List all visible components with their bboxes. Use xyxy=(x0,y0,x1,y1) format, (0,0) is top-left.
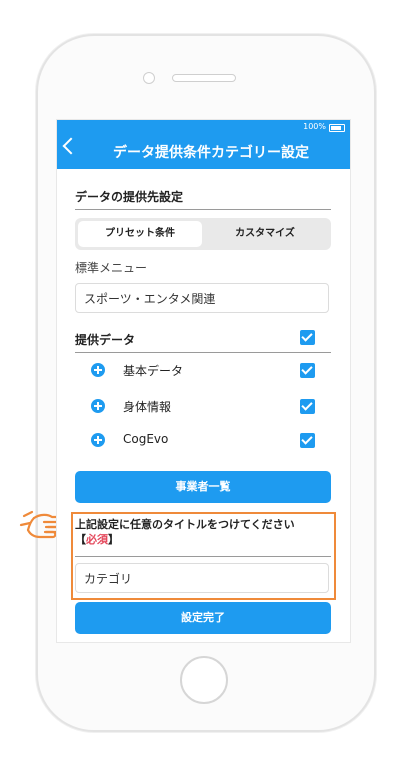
app-header: 100% データ提供条件カテゴリー設定 xyxy=(57,120,350,169)
title-input[interactable]: カテゴリ xyxy=(75,563,329,593)
required-bracket-close: 】 xyxy=(108,533,119,546)
required-bracket-open: 【 xyxy=(75,533,86,546)
data-item-label: CogEvo xyxy=(123,432,169,446)
data-item-checkbox[interactable] xyxy=(300,399,315,414)
section-title: データの提供先設定 xyxy=(75,190,184,204)
data-item-label: 基本データ xyxy=(123,364,184,378)
data-item-checkbox[interactable] xyxy=(300,433,315,448)
complete-button[interactable]: 設定完了 xyxy=(75,602,331,634)
home-button[interactable] xyxy=(180,656,228,704)
divider xyxy=(75,352,331,353)
expand-plus-icon[interactable] xyxy=(91,399,105,413)
required-badge: 必須 xyxy=(86,533,108,546)
data-item-checkbox[interactable] xyxy=(300,363,315,378)
divider xyxy=(75,556,331,557)
data-item-label: 身体情報 xyxy=(123,400,172,414)
divider xyxy=(75,209,331,210)
standard-menu-select[interactable]: スポーツ・エンタメ関連 xyxy=(75,283,329,313)
expand-plus-icon[interactable] xyxy=(91,363,105,377)
segment-preset[interactable]: プリセット条件 xyxy=(78,221,202,247)
battery-level: 100% xyxy=(303,122,326,131)
standard-menu-label: 標準メニュー xyxy=(75,261,148,275)
page-title: データ提供条件カテゴリー設定 xyxy=(113,145,309,161)
expand-plus-icon[interactable] xyxy=(91,433,105,447)
provided-data-label: 提供データ xyxy=(75,333,136,347)
battery-icon xyxy=(329,124,345,132)
segment-custom[interactable]: カスタマイズ xyxy=(203,221,327,247)
segmented-control: プリセット条件 カスタマイズ xyxy=(75,218,331,250)
camera-icon xyxy=(143,72,155,84)
back-chevron-icon[interactable] xyxy=(62,137,80,155)
title-prompt-text: 上記設定に任意のタイトルをつけてください xyxy=(75,518,295,531)
speaker-grille xyxy=(172,74,236,82)
vendor-list-button[interactable]: 事業者一覧 xyxy=(75,471,331,503)
provided-data-all-checkbox[interactable] xyxy=(300,330,315,345)
app-screen: 100% データ提供条件カテゴリー設定 データの提供先設定 プリセット条件 カス… xyxy=(56,119,351,643)
title-prompt: 上記設定に任意のタイトルをつけてください 【必須】 xyxy=(75,517,333,547)
